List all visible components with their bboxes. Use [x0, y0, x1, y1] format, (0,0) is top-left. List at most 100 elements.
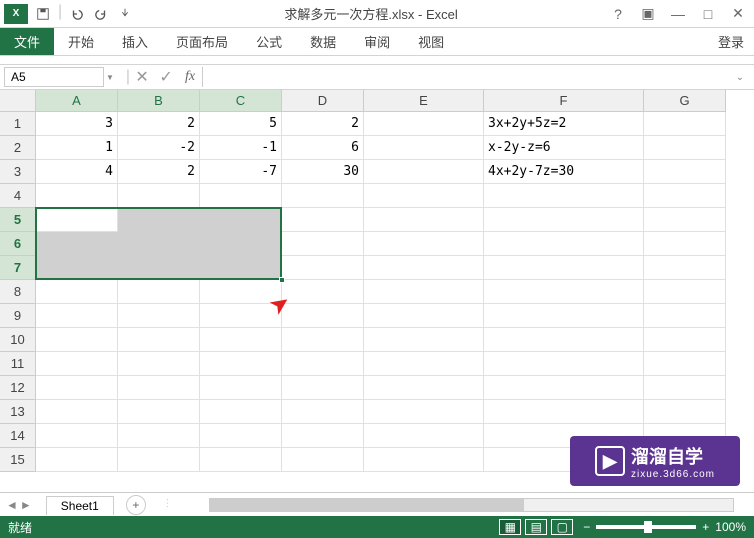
cell-B6[interactable]: [118, 232, 200, 256]
cell-G6[interactable]: [644, 232, 726, 256]
cell-D10[interactable]: [282, 328, 364, 352]
cell-C1[interactable]: 5: [200, 112, 282, 136]
cell-G13[interactable]: [644, 400, 726, 424]
cell-A8[interactable]: [36, 280, 118, 304]
cell-A9[interactable]: [36, 304, 118, 328]
cell-B14[interactable]: [118, 424, 200, 448]
cell-F9[interactable]: [484, 304, 644, 328]
row-header-8[interactable]: 8: [0, 280, 36, 304]
column-header-e[interactable]: E: [364, 90, 484, 112]
cell-G8[interactable]: [644, 280, 726, 304]
tab-insert[interactable]: 插入: [108, 28, 162, 55]
cell-B12[interactable]: [118, 376, 200, 400]
cell-D11[interactable]: [282, 352, 364, 376]
tab-review[interactable]: 审阅: [350, 28, 404, 55]
row-header-12[interactable]: 12: [0, 376, 36, 400]
fill-handle[interactable]: [279, 277, 285, 283]
cell-B7[interactable]: [118, 256, 200, 280]
cell-E13[interactable]: [364, 400, 484, 424]
cell-G9[interactable]: [644, 304, 726, 328]
cell-C3[interactable]: -7: [200, 160, 282, 184]
cell-D8[interactable]: [282, 280, 364, 304]
enter-formula-button[interactable]: ✓: [154, 67, 178, 87]
cell-D4[interactable]: [282, 184, 364, 208]
sheet-grid[interactable]: ABCDEFG 123456789101112131415 32523x+2y+…: [0, 90, 754, 492]
cell-A13[interactable]: [36, 400, 118, 424]
cell-F8[interactable]: [484, 280, 644, 304]
cell-F7[interactable]: [484, 256, 644, 280]
row-header-9[interactable]: 9: [0, 304, 36, 328]
cell-E2[interactable]: [364, 136, 484, 160]
expand-formula-bar-button[interactable]: ⌄: [730, 72, 750, 83]
cell-A2[interactable]: 1: [36, 136, 118, 160]
cell-A6[interactable]: [36, 232, 118, 256]
column-header-c[interactable]: C: [200, 90, 282, 112]
row-header-15[interactable]: 15: [0, 448, 36, 472]
cell-F4[interactable]: [484, 184, 644, 208]
name-box[interactable]: A5: [4, 67, 104, 87]
tab-formulas[interactable]: 公式: [242, 28, 296, 55]
horizontal-scrollbar[interactable]: [209, 498, 734, 512]
zoom-level[interactable]: 100%: [715, 520, 746, 534]
cell-A1[interactable]: 3: [36, 112, 118, 136]
cell-G1[interactable]: [644, 112, 726, 136]
cell-A11[interactable]: [36, 352, 118, 376]
insert-function-button[interactable]: fx: [178, 67, 202, 87]
cell-E1[interactable]: [364, 112, 484, 136]
cell-D15[interactable]: [282, 448, 364, 472]
cell-E10[interactable]: [364, 328, 484, 352]
cell-C4[interactable]: [200, 184, 282, 208]
cell-C13[interactable]: [200, 400, 282, 424]
login-button[interactable]: 登录: [708, 28, 754, 55]
cell-G11[interactable]: [644, 352, 726, 376]
maximize-button[interactable]: □: [696, 3, 720, 25]
cell-A5[interactable]: [36, 208, 118, 232]
touch-mode-button[interactable]: [114, 3, 136, 25]
cell-C10[interactable]: [200, 328, 282, 352]
cell-C12[interactable]: [200, 376, 282, 400]
sheet-nav-prev-icon[interactable]: ◄: [6, 498, 18, 512]
cell-B13[interactable]: [118, 400, 200, 424]
help-button[interactable]: ?: [606, 3, 630, 25]
row-header-10[interactable]: 10: [0, 328, 36, 352]
cell-F13[interactable]: [484, 400, 644, 424]
formula-input[interactable]: [202, 67, 730, 87]
cell-E15[interactable]: [364, 448, 484, 472]
undo-button[interactable]: [66, 3, 88, 25]
cell-F10[interactable]: [484, 328, 644, 352]
cell-D14[interactable]: [282, 424, 364, 448]
row-header-6[interactable]: 6: [0, 232, 36, 256]
cell-E9[interactable]: [364, 304, 484, 328]
row-header-11[interactable]: 11: [0, 352, 36, 376]
cell-D3[interactable]: 30: [282, 160, 364, 184]
cell-A3[interactable]: 4: [36, 160, 118, 184]
cell-G5[interactable]: [644, 208, 726, 232]
cell-B9[interactable]: [118, 304, 200, 328]
cell-A12[interactable]: [36, 376, 118, 400]
ribbon-display-button[interactable]: ▣: [636, 3, 660, 25]
sheet-tab-sheet1[interactable]: Sheet1: [46, 496, 114, 515]
cell-C7[interactable]: [200, 256, 282, 280]
tab-page-layout[interactable]: 页面布局: [162, 28, 242, 55]
cell-G12[interactable]: [644, 376, 726, 400]
cell-D2[interactable]: 6: [282, 136, 364, 160]
cell-E6[interactable]: [364, 232, 484, 256]
column-header-f[interactable]: F: [484, 90, 644, 112]
cell-D1[interactable]: 2: [282, 112, 364, 136]
normal-view-button[interactable]: ▦: [499, 519, 521, 535]
cell-C15[interactable]: [200, 448, 282, 472]
column-header-g[interactable]: G: [644, 90, 726, 112]
cell-A7[interactable]: [36, 256, 118, 280]
row-header-4[interactable]: 4: [0, 184, 36, 208]
sheet-nav-next-icon[interactable]: ►: [20, 498, 32, 512]
name-box-dropdown-icon[interactable]: ▼: [106, 73, 114, 82]
row-header-3[interactable]: 3: [0, 160, 36, 184]
cell-A15[interactable]: [36, 448, 118, 472]
page-break-view-button[interactable]: ▢: [551, 519, 573, 535]
tab-data[interactable]: 数据: [296, 28, 350, 55]
cell-C6[interactable]: [200, 232, 282, 256]
close-button[interactable]: ✕: [726, 3, 750, 25]
cell-D7[interactable]: [282, 256, 364, 280]
add-sheet-button[interactable]: +: [126, 495, 146, 515]
cell-F3[interactable]: 4x+2y-7z=30: [484, 160, 644, 184]
